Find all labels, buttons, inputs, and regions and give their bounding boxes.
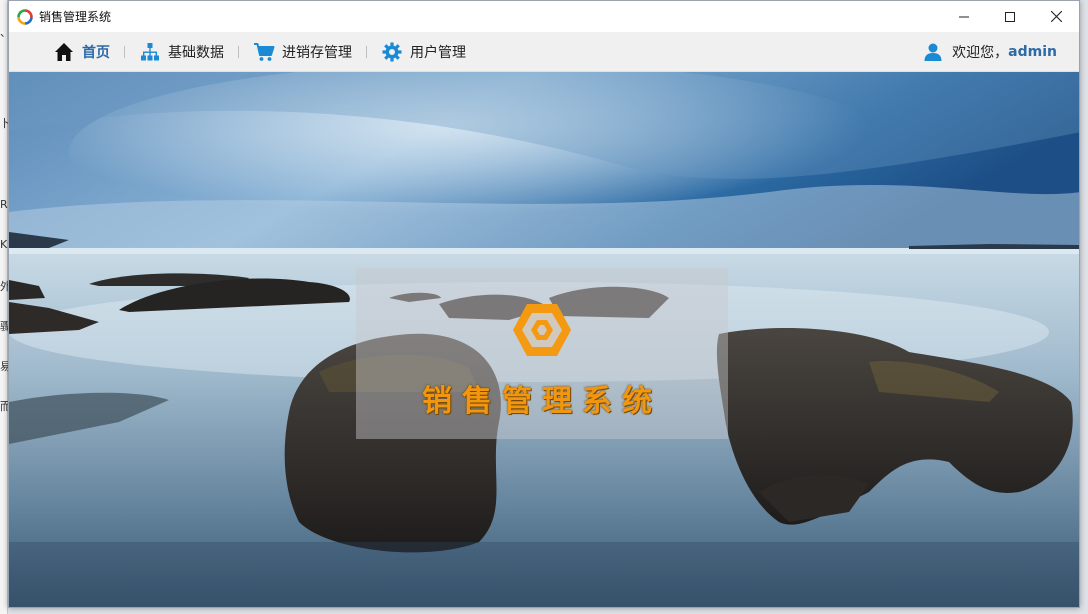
brand-title: 销售管理系统 — [422, 384, 662, 419]
main-nav-bar: 首页 基础数据 进销存管理 用户管理 欢迎您， admin — [9, 32, 1079, 72]
nav-item-basic-data[interactable]: 基础数据 — [139, 32, 224, 71]
close-icon — [1050, 11, 1062, 22]
maximize-icon — [1005, 11, 1015, 22]
sitemap-icon — [139, 41, 161, 63]
nav-label-user-management: 用户管理 — [410, 44, 466, 61]
maximize-button[interactable] — [987, 1, 1033, 32]
bg-glyph: K — [0, 238, 8, 251]
nav-separator — [366, 45, 367, 58]
welcome-text: 欢迎您， — [952, 45, 1009, 61]
nav-menu: 首页 基础数据 进销存管理 用户管理 — [53, 32, 466, 71]
user-info: 欢迎您， admin — [922, 32, 1057, 72]
nav-item-home[interactable]: 首页 — [53, 32, 110, 71]
nav-separator — [124, 45, 125, 58]
home-content: 销售管理系统 — [9, 72, 1079, 607]
app-window: 销售管理系统 首页 基础数据 进销存管理 用户管理 欢迎您， admin 销售管… — [8, 0, 1080, 608]
hexagon-logo-icon — [513, 304, 571, 356]
username[interactable]: admin — [1008, 44, 1057, 60]
title-bar[interactable]: 销售管理系统 — [9, 1, 1079, 32]
window-title: 销售管理系统 — [39, 10, 112, 24]
bg-glyph: R — [0, 198, 8, 211]
brand-panel: 销售管理系统 — [356, 268, 728, 439]
background-app-edge: 、 卜 R K 外 骤 易 而 — [0, 0, 11, 614]
user-icon — [922, 41, 944, 63]
window-controls — [941, 1, 1079, 32]
nav-label-inventory: 进销存管理 — [282, 44, 352, 61]
cart-icon — [253, 41, 275, 63]
nav-label-basic-data: 基础数据 — [168, 44, 224, 61]
home-icon — [53, 41, 75, 63]
nav-label-home: 首页 — [82, 44, 110, 61]
gear-icon — [381, 41, 403, 63]
app-logo-icon — [17, 8, 33, 25]
nav-item-inventory[interactable]: 进销存管理 — [253, 32, 352, 71]
minimize-button[interactable] — [941, 1, 987, 32]
nav-item-user-management[interactable]: 用户管理 — [381, 32, 466, 71]
minimize-icon — [959, 16, 969, 17]
close-button[interactable] — [1033, 1, 1079, 32]
nav-separator — [238, 45, 239, 58]
